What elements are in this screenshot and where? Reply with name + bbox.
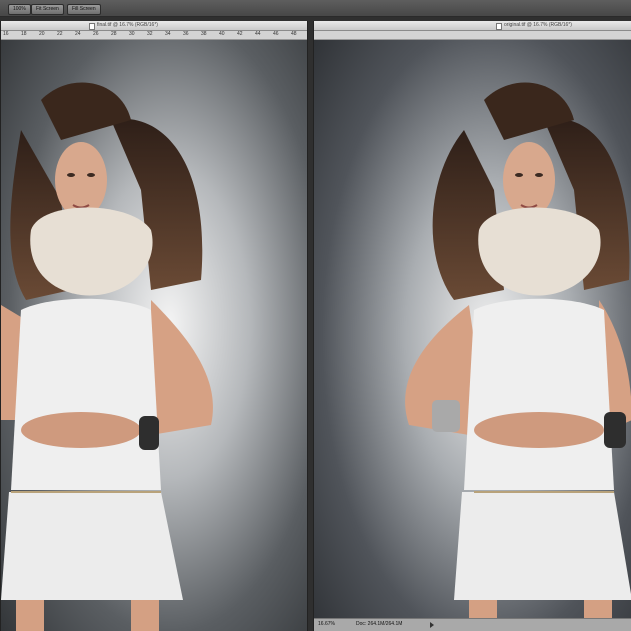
ruler-label: 32: [147, 31, 153, 37]
zoom-100-button[interactable]: 100%: [8, 4, 31, 15]
document-tab-final[interactable]: final.tif @ 16.7% (RGB/16*): [1, 21, 307, 54]
zoom-level[interactable]: 16.67%: [318, 620, 335, 629]
horizontal-ruler[interactable]: [314, 31, 631, 40]
ruler-label: 36: [183, 31, 189, 37]
options-bar: 100% Fit Screen Fill Screen: [0, 0, 631, 17]
document-tab-original[interactable]: original.tif @ 16.7% (RGB/16*): [314, 21, 631, 54]
document-window-final[interactable]: final.tif @ 16.7% (RGB/16*) 16 18 20 22 …: [0, 21, 308, 631]
ruler-label: 26: [93, 31, 99, 37]
model-photo-final: [1, 40, 307, 631]
image-canvas[interactable]: [314, 40, 631, 619]
doc-size-info: Doc: 264.1M/264.1M: [356, 621, 403, 627]
ruler-label: 22: [57, 31, 63, 37]
ruler-label: 18: [21, 31, 27, 37]
document-title: original.tif @ 16.7% (RGB/16*): [504, 22, 572, 28]
ruler-label: 48: [291, 31, 297, 37]
ruler-label: 24: [75, 31, 81, 37]
ruler-label: 30: [129, 31, 135, 37]
ruler-label: 34: [165, 31, 171, 37]
doc-icon: [89, 23, 95, 30]
ruler-label: 40: [219, 31, 225, 37]
fill-screen-button[interactable]: Fill Screen: [67, 4, 101, 15]
doc-icon: [496, 23, 502, 30]
ruler-label: 16: [3, 31, 9, 37]
status-bar: 16.67% Doc: 264.1M/264.1M: [314, 618, 631, 631]
ruler-label: 46: [273, 31, 279, 37]
triangle-right-icon[interactable]: [430, 622, 434, 628]
document-window-original[interactable]: original.tif @ 16.7% (RGB/16*) 16.67% Do…: [313, 21, 631, 631]
ruler-label: 28: [111, 31, 117, 37]
window-controls[interactable]: [5, 23, 19, 54]
ruler-label: 38: [201, 31, 207, 37]
ruler-label: 44: [255, 31, 261, 37]
image-canvas[interactable]: [1, 40, 307, 631]
model-photo-original: [314, 40, 631, 619]
document-title: final.tif @ 16.7% (RGB/16*): [97, 22, 158, 28]
window-controls[interactable]: [318, 23, 332, 54]
horizontal-ruler[interactable]: 16 18 20 22 24 26 28 30 32 34 36 38 40 4…: [1, 31, 307, 40]
ruler-label: 42: [237, 31, 243, 37]
ruler-label: 20: [39, 31, 45, 37]
fit-screen-button[interactable]: Fit Screen: [31, 4, 64, 15]
